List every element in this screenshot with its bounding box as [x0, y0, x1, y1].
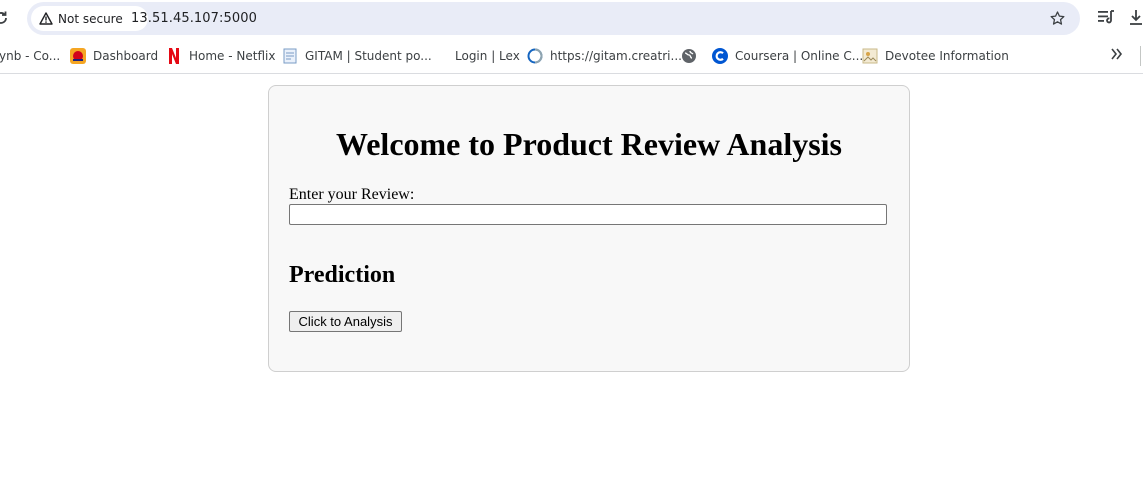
chevron-double-right-icon[interactable]: [1111, 48, 1123, 64]
bookmarks-bar: ynb - Co... Dashboard Home - Netflix GIT…: [0, 38, 1143, 74]
bookmark-item[interactable]: Login | Lex: [455, 47, 520, 65]
bookmark-item[interactable]: Devotee Information: [862, 47, 1009, 65]
review-label: Enter your Review:: [289, 186, 415, 203]
analyze-button[interactable]: Click to Analysis: [289, 311, 402, 332]
netflix-icon: [166, 48, 182, 64]
circle-logo-icon: [527, 48, 543, 64]
bookmark-item[interactable]: Dashboard: [70, 47, 158, 65]
bookmark-star-icon[interactable]: [1049, 10, 1066, 31]
bookmark-item[interactable]: https://gitam.creatri...: [527, 47, 682, 65]
bookmark-label: Coursera | Online C...: [735, 49, 864, 63]
bookmark-item[interactable]: [681, 47, 697, 65]
url-text[interactable]: 13.51.45.107:5000: [131, 11, 257, 26]
bookmark-separator: [1140, 46, 1141, 66]
media-control-icon[interactable]: [1097, 9, 1115, 29]
browser-toolbar: Not secure 13.51.45.107:5000: [0, 0, 1143, 38]
review-form-card: Welcome to Product Review Analysis Enter…: [268, 85, 910, 372]
bookmark-label: Home - Netflix: [189, 49, 276, 63]
review-input[interactable]: [289, 204, 887, 225]
bookmark-label: Dashboard: [93, 49, 159, 63]
prediction-heading: Prediction: [289, 262, 396, 288]
bookmark-label: GITAM | Student po...: [305, 49, 432, 63]
address-bar[interactable]: Not secure 13.51.45.107:5000: [27, 2, 1080, 35]
bookmark-label: https://gitam.creatri...: [550, 49, 682, 63]
coursera-icon: [712, 48, 728, 64]
dashboard-icon: [70, 48, 86, 64]
reload-icon[interactable]: [0, 9, 10, 27]
bookmark-label: Devotee Information: [885, 49, 1009, 63]
bookmark-label: ynb - Co...: [0, 49, 61, 63]
page-title: Welcome to Product Review Analysis: [335, 126, 842, 162]
bookmark-label: Login | Lex: [455, 49, 520, 63]
warning-icon: [39, 12, 53, 25]
image-icon: [862, 48, 878, 64]
bookmark-item[interactable]: ynb - Co...: [0, 47, 60, 65]
bookmark-item[interactable]: GITAM | Student po...: [282, 47, 432, 65]
download-icon[interactable]: [1129, 9, 1143, 31]
bookmark-item[interactable]: Coursera | Online C...: [712, 47, 863, 65]
security-label: Not secure: [58, 11, 123, 26]
globe-icon: [681, 48, 697, 64]
document-icon: [282, 48, 298, 64]
bookmark-item[interactable]: Home - Netflix: [166, 47, 275, 65]
